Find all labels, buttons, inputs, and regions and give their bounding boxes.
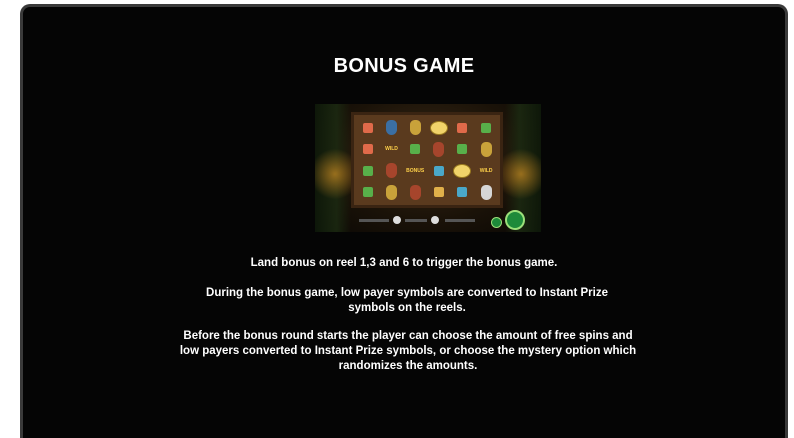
page-title: BONUS GAME <box>333 55 475 77</box>
bonus-symbol: BONUS <box>406 167 425 174</box>
spin-icon <box>505 210 525 230</box>
symbol-cell <box>404 118 426 138</box>
symbol-cell <box>357 183 379 203</box>
symbol-cell <box>381 118 403 138</box>
symbol-cell <box>475 140 497 160</box>
torch-glow-left <box>315 144 355 204</box>
plus-icon <box>431 216 439 224</box>
game-screenshot-image: WILD BONUS WILD <box>315 104 541 232</box>
wild-symbol: WILD <box>479 167 493 174</box>
autoplay-icon <box>491 217 502 228</box>
symbol-cell <box>452 118 474 138</box>
bet-controls <box>355 216 505 224</box>
minus-icon <box>393 216 401 224</box>
symbol-cell <box>357 118 379 138</box>
torch-glow-right <box>501 144 541 204</box>
symbol-cell <box>452 161 474 181</box>
symbol-cell <box>357 161 379 181</box>
symbol-cell <box>381 183 403 203</box>
symbol-cell <box>381 161 403 181</box>
symbol-cell <box>428 161 450 181</box>
symbol-cell <box>475 118 497 138</box>
symbol-cell <box>357 140 379 160</box>
symbol-cell <box>404 140 426 160</box>
symbol-cell <box>428 183 450 203</box>
symbol-cell <box>475 183 497 203</box>
rule-text-trigger: Land bonus on reel 1,3 and 6 to trigger … <box>250 257 558 269</box>
symbol-cell <box>452 183 474 203</box>
symbol-cell <box>428 118 450 138</box>
rule-text-conversion: During the bonus game, low payer symbols… <box>206 287 608 314</box>
help-panel: BONUS GAME WILD BONUS WILD Land bonus on… <box>20 4 788 438</box>
rule-text-choice: Before the bonus round starts the player… <box>179 330 637 372</box>
symbol-cell <box>452 140 474 160</box>
symbol-cell <box>428 140 450 160</box>
symbol-cell <box>404 183 426 203</box>
reel-grid: WILD BONUS WILD <box>351 112 503 208</box>
wild-symbol: WILD <box>385 146 398 153</box>
